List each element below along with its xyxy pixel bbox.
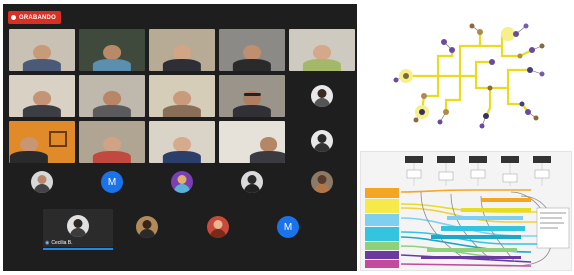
network-node xyxy=(469,23,475,29)
participant-avatar[interactable] xyxy=(31,171,53,193)
network-node xyxy=(533,115,539,121)
network-node xyxy=(523,23,529,29)
participant-video-tile[interactable] xyxy=(219,75,285,117)
network-node xyxy=(419,109,425,115)
participant-avatar[interactable] xyxy=(136,216,158,238)
participant-figure xyxy=(302,44,342,71)
participant-video-tile[interactable] xyxy=(149,75,215,117)
avatar-initial: M xyxy=(107,176,117,188)
speaking-indicator-bar xyxy=(43,248,113,250)
network-node xyxy=(513,31,519,37)
avatar-initial: M xyxy=(283,221,293,233)
network-node xyxy=(421,93,427,99)
network-node xyxy=(525,109,531,115)
network-node xyxy=(437,119,443,125)
column-headers xyxy=(405,156,551,163)
video-call-window: GRABANDO M ◉ Cecilia B. M xyxy=(3,4,357,271)
participant-video-tile[interactable] xyxy=(79,29,145,71)
participant-figure xyxy=(22,44,62,71)
active-speaker-label: ◉ Cecilia B. xyxy=(45,240,73,246)
active-speaker-tile[interactable]: ◉ Cecilia B. xyxy=(43,209,113,250)
participant-avatar[interactable] xyxy=(311,85,333,107)
network-diagram-canvas xyxy=(393,23,545,129)
participant-figure xyxy=(162,44,202,71)
network-diagram xyxy=(360,4,572,147)
active-speaker-name: Cecilia B. xyxy=(51,240,73,246)
network-node xyxy=(539,71,545,77)
participant-figure xyxy=(162,136,202,163)
record-dot-icon xyxy=(11,15,16,20)
participant-figure xyxy=(232,90,272,117)
participant-figure xyxy=(232,44,272,71)
participant-figure xyxy=(249,136,285,163)
participant-video-tile[interactable] xyxy=(9,121,75,163)
participant-figure xyxy=(92,136,132,163)
participant-video-tile[interactable] xyxy=(289,29,355,71)
participant-initial-avatar[interactable]: M xyxy=(277,216,299,238)
network-node xyxy=(393,77,399,83)
participant-video-tile[interactable] xyxy=(79,75,145,117)
participant-figure xyxy=(22,90,62,117)
participant-video-tile[interactable] xyxy=(79,121,145,163)
microphone-icon: ◉ xyxy=(45,240,50,246)
recording-badge: GRABANDO xyxy=(8,11,61,24)
detail-panel xyxy=(536,207,570,249)
network-node xyxy=(489,59,495,65)
participant-avatar[interactable] xyxy=(241,171,263,193)
participant-video-tile[interactable] xyxy=(149,121,215,163)
network-node xyxy=(487,85,493,91)
recording-label: GRABANDO xyxy=(19,14,56,21)
participant-video-tile[interactable] xyxy=(219,121,285,163)
participant-video-tile[interactable] xyxy=(9,75,75,117)
network-node xyxy=(527,67,533,73)
network-node xyxy=(413,117,419,123)
lane-labels xyxy=(365,188,399,268)
network-node xyxy=(517,53,523,59)
participant-figure xyxy=(92,44,132,71)
participant-avatar xyxy=(67,215,89,237)
participant-video-tile[interactable] xyxy=(9,29,75,71)
participant-video-tile[interactable] xyxy=(219,29,285,71)
network-node xyxy=(479,123,485,129)
network-node xyxy=(441,39,447,45)
network-node xyxy=(449,47,455,53)
participant-figure xyxy=(92,90,132,117)
network-node xyxy=(403,73,409,79)
network-node xyxy=(483,113,489,119)
participant-avatar[interactable] xyxy=(311,171,333,193)
participant-avatar[interactable] xyxy=(311,130,333,152)
network-node xyxy=(519,101,525,107)
participant-video-tile[interactable] xyxy=(149,29,215,71)
participant-avatar[interactable] xyxy=(171,171,193,193)
network-node xyxy=(529,47,535,53)
participant-figure xyxy=(162,90,202,117)
sequence-flow-canvas xyxy=(365,156,570,268)
participant-avatar[interactable] xyxy=(207,216,229,238)
participant-figure xyxy=(9,136,48,163)
highlighted-node xyxy=(501,27,515,41)
network-node xyxy=(539,43,545,49)
network-node xyxy=(443,109,449,115)
sequence-flow-diagram xyxy=(360,151,572,271)
participant-initial-avatar[interactable]: M xyxy=(101,171,123,193)
network-node xyxy=(477,29,483,35)
